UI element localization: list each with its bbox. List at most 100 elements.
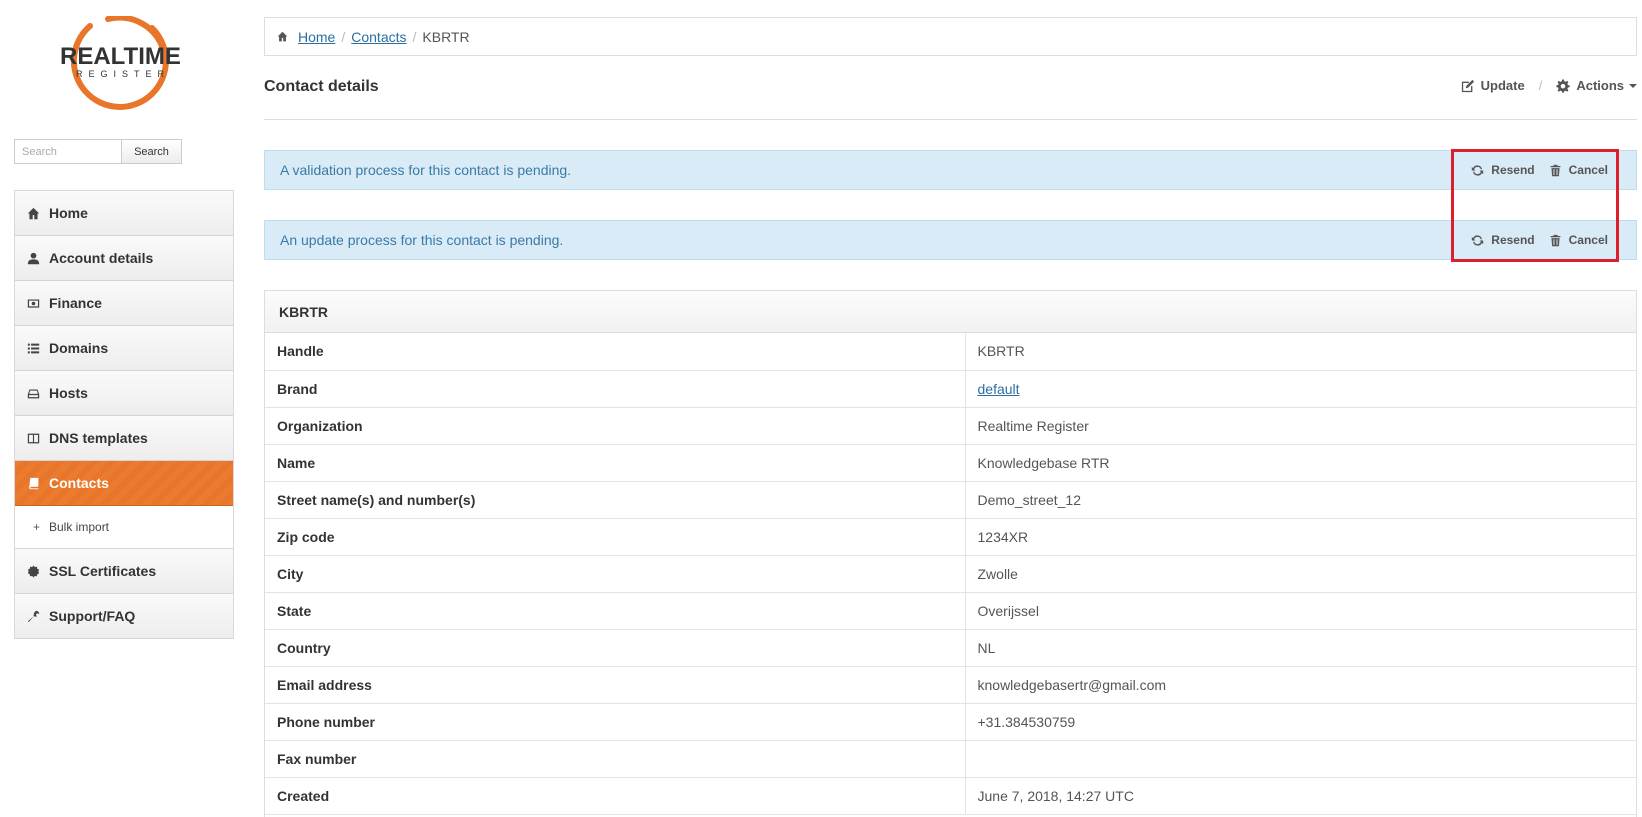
- sidebar-item-contacts[interactable]: Contacts: [15, 461, 233, 506]
- alert-text: A validation process for this contact is…: [280, 162, 572, 178]
- resend-label: Resend: [1491, 163, 1535, 177]
- alert-actions: Resend Cancel: [1471, 151, 1608, 189]
- row-key: State: [265, 592, 966, 630]
- sidebar-item-label: Hosts: [49, 385, 88, 401]
- breadcrumb-separator: /: [412, 28, 417, 45]
- sidebar-item-label: Contacts: [49, 475, 109, 491]
- sidebar-item-ssl-certificates[interactable]: SSL Certificates: [15, 549, 233, 594]
- row-key: Zip code: [265, 518, 966, 556]
- row-key: Phone number: [265, 703, 966, 741]
- sidebar-nav: Home Account details Finance Domains Hos…: [14, 190, 234, 639]
- gear-icon: [1556, 78, 1570, 93]
- validation-pending-alert: A validation process for this contact is…: [264, 150, 1637, 190]
- sidebar-item-finance[interactable]: Finance: [15, 281, 233, 326]
- cancel-update-button[interactable]: Cancel: [1549, 233, 1608, 247]
- list-icon: [27, 342, 49, 355]
- edit-icon: [1461, 79, 1474, 92]
- logo-title: REALTIME: [60, 43, 181, 70]
- update-button[interactable]: Update: [1461, 78, 1525, 93]
- sidebar-subitem-label: Bulk import: [49, 520, 110, 534]
- brand-link[interactable]: default: [978, 381, 1020, 397]
- table-row: Street name(s) and number(s) Demo_street_…: [265, 481, 1636, 519]
- brand-logo[interactable]: REALTIME REGISTER: [60, 16, 181, 110]
- resend-update-button[interactable]: Resend: [1471, 233, 1535, 247]
- sidebar-item-label: SSL Certificates: [49, 563, 157, 579]
- update-label: Update: [1480, 78, 1525, 93]
- row-value: 1234XR: [965, 518, 1636, 556]
- sidebar-item-home[interactable]: Home: [15, 191, 233, 236]
- row-value: Realtime Register: [965, 407, 1636, 445]
- sidebar-item-label: Support/FAQ: [49, 608, 136, 624]
- plus-icon: +: [33, 520, 41, 534]
- breadcrumb-contacts-link[interactable]: Contacts: [351, 29, 406, 45]
- row-key: Brand: [265, 370, 966, 408]
- alert-actions: Resend Cancel: [1471, 221, 1608, 259]
- search-button[interactable]: Search: [121, 139, 182, 164]
- breadcrumb-home-link[interactable]: Home: [298, 29, 335, 45]
- sidebar-item-account-details[interactable]: Account details: [15, 236, 233, 281]
- update-pending-alert: An update process for this contact is pe…: [264, 220, 1637, 260]
- header-separator: /: [1538, 78, 1543, 93]
- row-value: Knowledgebase RTR: [965, 444, 1636, 482]
- row-value: KBRTR: [965, 333, 1636, 371]
- table-row: Email address knowledgebasertr@gmail.com: [265, 666, 1636, 704]
- actions-dropdown[interactable]: Actions: [1556, 78, 1637, 93]
- row-value: +31.384530759: [965, 703, 1636, 741]
- table-row: Created June 7, 2018, 14:27 UTC: [265, 777, 1636, 815]
- row-value: June 7, 2018, 14:27 UTC: [965, 777, 1636, 815]
- table-row: Zip code 1234XR: [265, 518, 1636, 556]
- sidebar-item-hosts[interactable]: Hosts: [15, 371, 233, 416]
- search-input[interactable]: [14, 139, 121, 164]
- wrench-icon: [27, 610, 49, 623]
- trash-icon: [1550, 164, 1561, 176]
- sidebar-subitem-bulk-import[interactable]: + Bulk import: [15, 506, 233, 549]
- page-header: Contact details Update / Actions: [264, 74, 1637, 120]
- user-icon: [27, 252, 49, 265]
- details-table: Handle KBRTR Brand default Organization Rea…: [265, 333, 1636, 815]
- breadcrumb: Home / Contacts / KBRTR: [264, 17, 1637, 56]
- row-key: Name: [265, 444, 966, 482]
- logo-subtitle: REGISTER: [75, 69, 170, 79]
- row-value: Zwolle: [965, 555, 1636, 593]
- breadcrumb-current: KBRTR: [422, 28, 470, 45]
- sidebar-item-label: DNS templates: [49, 430, 148, 446]
- sidebar-item-support-faq[interactable]: Support/FAQ: [15, 594, 233, 639]
- contact-details-panel: KBRTR Handle KBRTR Brand default Organizat…: [264, 290, 1637, 817]
- sidebar-item-domains[interactable]: Domains: [15, 326, 233, 371]
- server-icon: [27, 387, 49, 400]
- book-icon: [27, 477, 49, 490]
- sidebar-item-dns-templates[interactable]: DNS templates: [15, 416, 233, 461]
- row-key: City: [265, 555, 966, 593]
- columns-icon: [27, 432, 49, 445]
- row-key: Street name(s) and number(s): [265, 481, 966, 519]
- row-value: knowledgebasertr@gmail.com: [965, 666, 1636, 704]
- table-row: State Overijssel: [265, 592, 1636, 630]
- row-key: Country: [265, 629, 966, 667]
- row-key: Organization: [265, 407, 966, 445]
- home-icon: [277, 31, 288, 42]
- resend-label: Resend: [1491, 233, 1535, 247]
- table-row: Handle KBRTR: [265, 333, 1636, 371]
- row-value-cell: default: [965, 370, 1636, 408]
- home-icon: [27, 207, 49, 220]
- trash-icon: [1550, 234, 1561, 246]
- sidebar-item-label: Domains: [49, 340, 109, 356]
- table-row: Brand default: [265, 370, 1636, 408]
- page-title: Contact details: [264, 78, 379, 95]
- resend-validation-button[interactable]: Resend: [1471, 163, 1535, 177]
- table-row: Country NL: [265, 629, 1636, 667]
- row-key: Email address: [265, 666, 966, 704]
- header-actions: Update / Actions: [1461, 78, 1637, 93]
- actions-label: Actions: [1576, 78, 1624, 93]
- cancel-validation-button[interactable]: Cancel: [1549, 163, 1608, 177]
- alert-text: An update process for this contact is pe…: [280, 232, 564, 248]
- sidebar-item-label: Account details: [49, 250, 154, 266]
- refresh-icon: [1472, 164, 1484, 176]
- row-key: Fax number: [265, 740, 966, 778]
- cancel-label: Cancel: [1568, 233, 1608, 247]
- panel-title: KBRTR: [265, 291, 1636, 333]
- table-row: Fax number: [265, 740, 1636, 778]
- table-row: Phone number +31.384530759: [265, 703, 1636, 741]
- table-row: City Zwolle: [265, 555, 1636, 593]
- sidebar-item-label: Finance: [49, 295, 102, 311]
